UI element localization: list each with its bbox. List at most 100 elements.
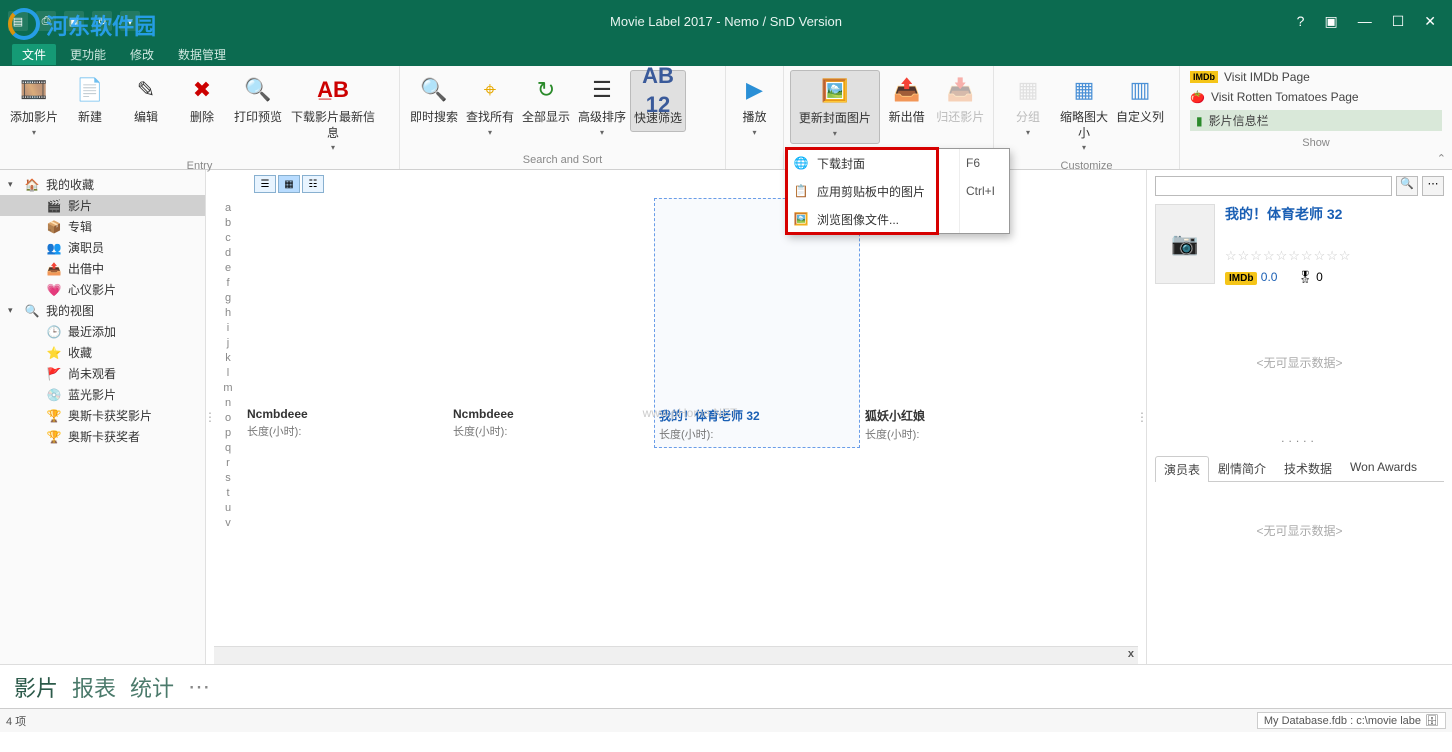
download-movie-info-button[interactable]: A̲B下载影片最新信息▾	[286, 70, 380, 158]
info-search-button[interactable]: 🔍	[1396, 176, 1418, 196]
movie-card[interactable]: 狐妖小红娘长度(小时):	[860, 198, 1066, 448]
new-button[interactable]: 📄新建	[62, 70, 118, 130]
alpha-f[interactable]: f	[226, 277, 229, 289]
alpha-n[interactable]: n	[225, 397, 231, 409]
tree-movies[interactable]: 🎬影片	[0, 195, 205, 216]
alpha-u[interactable]: u	[225, 502, 231, 514]
alpha-m[interactable]: m	[223, 382, 232, 394]
alpha-l[interactable]: l	[227, 367, 229, 379]
movie-card[interactable]: 我的！体育老师 32长度(小时):	[654, 198, 860, 448]
menu-file[interactable]: 文件	[12, 44, 56, 65]
info-search-input[interactable]	[1155, 176, 1392, 196]
bottom-tab-movies[interactable]: 影片	[14, 671, 58, 703]
quick-filter-button[interactable]: AB12快速筛选	[630, 70, 686, 132]
play-button[interactable]: ▶播放▾	[732, 70, 777, 142]
tree-recent[interactable]: 🕒最近添加	[0, 321, 205, 342]
alpha-p[interactable]: p	[225, 427, 231, 439]
bottom-tab-reports[interactable]: 报表	[72, 671, 116, 703]
instant-search-button[interactable]: 🔍即时搜索	[406, 70, 462, 130]
qat-dropdown[interactable]: ▾	[120, 11, 140, 31]
ribbon-expand-icon[interactable]: ⌃	[1437, 152, 1446, 165]
rating-stars[interactable]: ☆☆☆☆☆☆☆☆☆☆	[1225, 248, 1444, 264]
tree-on-loan[interactable]: 📤出借中	[0, 258, 205, 279]
tab-cast[interactable]: 演员表	[1155, 456, 1209, 482]
alpha-v[interactable]: v	[225, 517, 231, 529]
alpha-k[interactable]: k	[225, 352, 231, 364]
help-icon[interactable]: ?	[1297, 13, 1305, 30]
alpha-h[interactable]: h	[225, 307, 231, 319]
dropdown-download-cover[interactable]: 🌐 下载封面 F6	[787, 149, 1009, 177]
visit-imdb-link[interactable]: IMDbVisit IMDb Page	[1190, 70, 1442, 84]
tree-wishlist[interactable]: 💗心仪影片	[0, 279, 205, 300]
tree-favorites[interactable]: ⭐收藏	[0, 342, 205, 363]
info-search-more[interactable]: ⋯	[1422, 176, 1444, 196]
alpha-t[interactable]: t	[226, 487, 229, 499]
close-panel-icon[interactable]: x	[1128, 648, 1134, 660]
return-movie-button[interactable]: 📥归还影片	[933, 70, 987, 130]
splitter-handle[interactable]: ⋮	[1138, 170, 1146, 664]
menu-functions[interactable]: 更功能	[60, 44, 116, 65]
alpha-a[interactable]: a	[225, 202, 231, 214]
bottom-tab-more[interactable]: ⋯	[188, 674, 210, 700]
group-button[interactable]: ▦分组▾	[1000, 70, 1056, 142]
tab-tech[interactable]: 技术数据	[1275, 455, 1341, 481]
restore-icon[interactable]: ▣	[1324, 13, 1337, 30]
visit-rt-link[interactable]: 🍅Visit Rotten Tomatoes Page	[1190, 90, 1442, 104]
dropdown-apply-clipboard[interactable]: 📋 应用剪贴板中的图片 Ctrl+I	[787, 177, 1009, 205]
alpha-b[interactable]: b	[225, 217, 231, 229]
alpha-g[interactable]: g	[225, 292, 231, 304]
close-icon[interactable]: ✕	[1424, 13, 1436, 30]
custom-columns-button[interactable]: ▥自定义列	[1112, 70, 1168, 130]
new-loan-button[interactable]: 📤新出借	[880, 70, 934, 130]
tree-cast[interactable]: 👥演职员	[0, 237, 205, 258]
menu-modify[interactable]: 修改	[120, 44, 164, 65]
tree-oscar-movies[interactable]: 🏆奥斯卡获奖影片	[0, 405, 205, 426]
movie-card[interactable]: Ncmbdeee长度(小时):	[242, 198, 448, 448]
view-detail-button[interactable]: ☷	[302, 175, 324, 193]
alpha-o[interactable]: o	[225, 412, 231, 424]
edit-button[interactable]: ✎编辑	[118, 70, 174, 130]
maximize-icon[interactable]: ☐	[1392, 13, 1405, 30]
find-all-button[interactable]: ⌖查找所有▾	[462, 70, 518, 142]
tree-albums[interactable]: 📦专辑	[0, 216, 205, 237]
alpha-c[interactable]: c	[225, 232, 231, 244]
tree-my-views[interactable]: ▾🔍我的视图	[0, 300, 205, 321]
qat-icon[interactable]: ▤	[8, 11, 28, 31]
update-cover-button[interactable]: 🖼️更新封面图片▾	[790, 70, 880, 144]
qat-icon[interactable]: ▣	[64, 11, 84, 31]
advanced-sort-button[interactable]: ☰高级排序▾	[574, 70, 630, 142]
view-list-button[interactable]: ☰	[254, 175, 276, 193]
bottom-tab-stats[interactable]: 统计	[130, 671, 174, 703]
alpha-q[interactable]: q	[225, 442, 231, 454]
movie-info-bar-toggle[interactable]: ▮影片信息栏	[1190, 110, 1442, 131]
thumb-size-button[interactable]: ▦缩略图大小▾	[1056, 70, 1112, 158]
print-preview-button[interactable]: 🔍打印预览	[230, 70, 286, 130]
info-movie-title: 我的！体育老师 32	[1225, 204, 1444, 224]
tree-my-collection[interactable]: ▾🏠我的收藏	[0, 174, 205, 195]
alpha-s[interactable]: s	[225, 472, 231, 484]
delete-button[interactable]: ✖删除	[174, 70, 230, 130]
dropdown-browse-image[interactable]: 🖼️ 浏览图像文件...	[787, 205, 1009, 233]
minimize-icon[interactable]: —	[1358, 13, 1372, 30]
tab-plot[interactable]: 剧情简介	[1209, 455, 1275, 481]
alpha-r[interactable]: r	[226, 457, 230, 469]
tree-bluray[interactable]: 💿蓝光影片	[0, 384, 205, 405]
tree-oscar-winners[interactable]: 🏆奥斯卡获奖者	[0, 426, 205, 447]
alpha-j[interactable]: j	[227, 337, 229, 349]
add-movie-button[interactable]: 🎞️添加影片▾	[6, 70, 62, 142]
menu-data-management[interactable]: 数据管理	[168, 44, 236, 65]
tab-awards[interactable]: Won Awards	[1341, 455, 1426, 481]
tree-unwatched[interactable]: 🚩尚未观看	[0, 363, 205, 384]
alpha-d[interactable]: d	[225, 247, 231, 259]
splitter-handle[interactable]: ⋮	[206, 170, 214, 664]
alpha-e[interactable]: e	[225, 262, 231, 274]
horizontal-scrollbar[interactable]: x	[214, 646, 1138, 664]
alpha-i[interactable]: i	[227, 322, 229, 334]
qat-icon[interactable]: ⎙	[36, 11, 56, 31]
alpha-index[interactable]: abcdefghijklmnopqrstuv	[214, 198, 242, 646]
bottom-tabs: 影片 报表 统计 ⋯	[0, 664, 1452, 708]
qat-icon[interactable]: ↻	[92, 11, 112, 31]
movie-card[interactable]: Ncmbdeee长度(小时):	[448, 198, 654, 448]
view-grid-button[interactable]: ▦	[278, 175, 300, 193]
show-all-button[interactable]: ↻全部显示	[518, 70, 574, 130]
